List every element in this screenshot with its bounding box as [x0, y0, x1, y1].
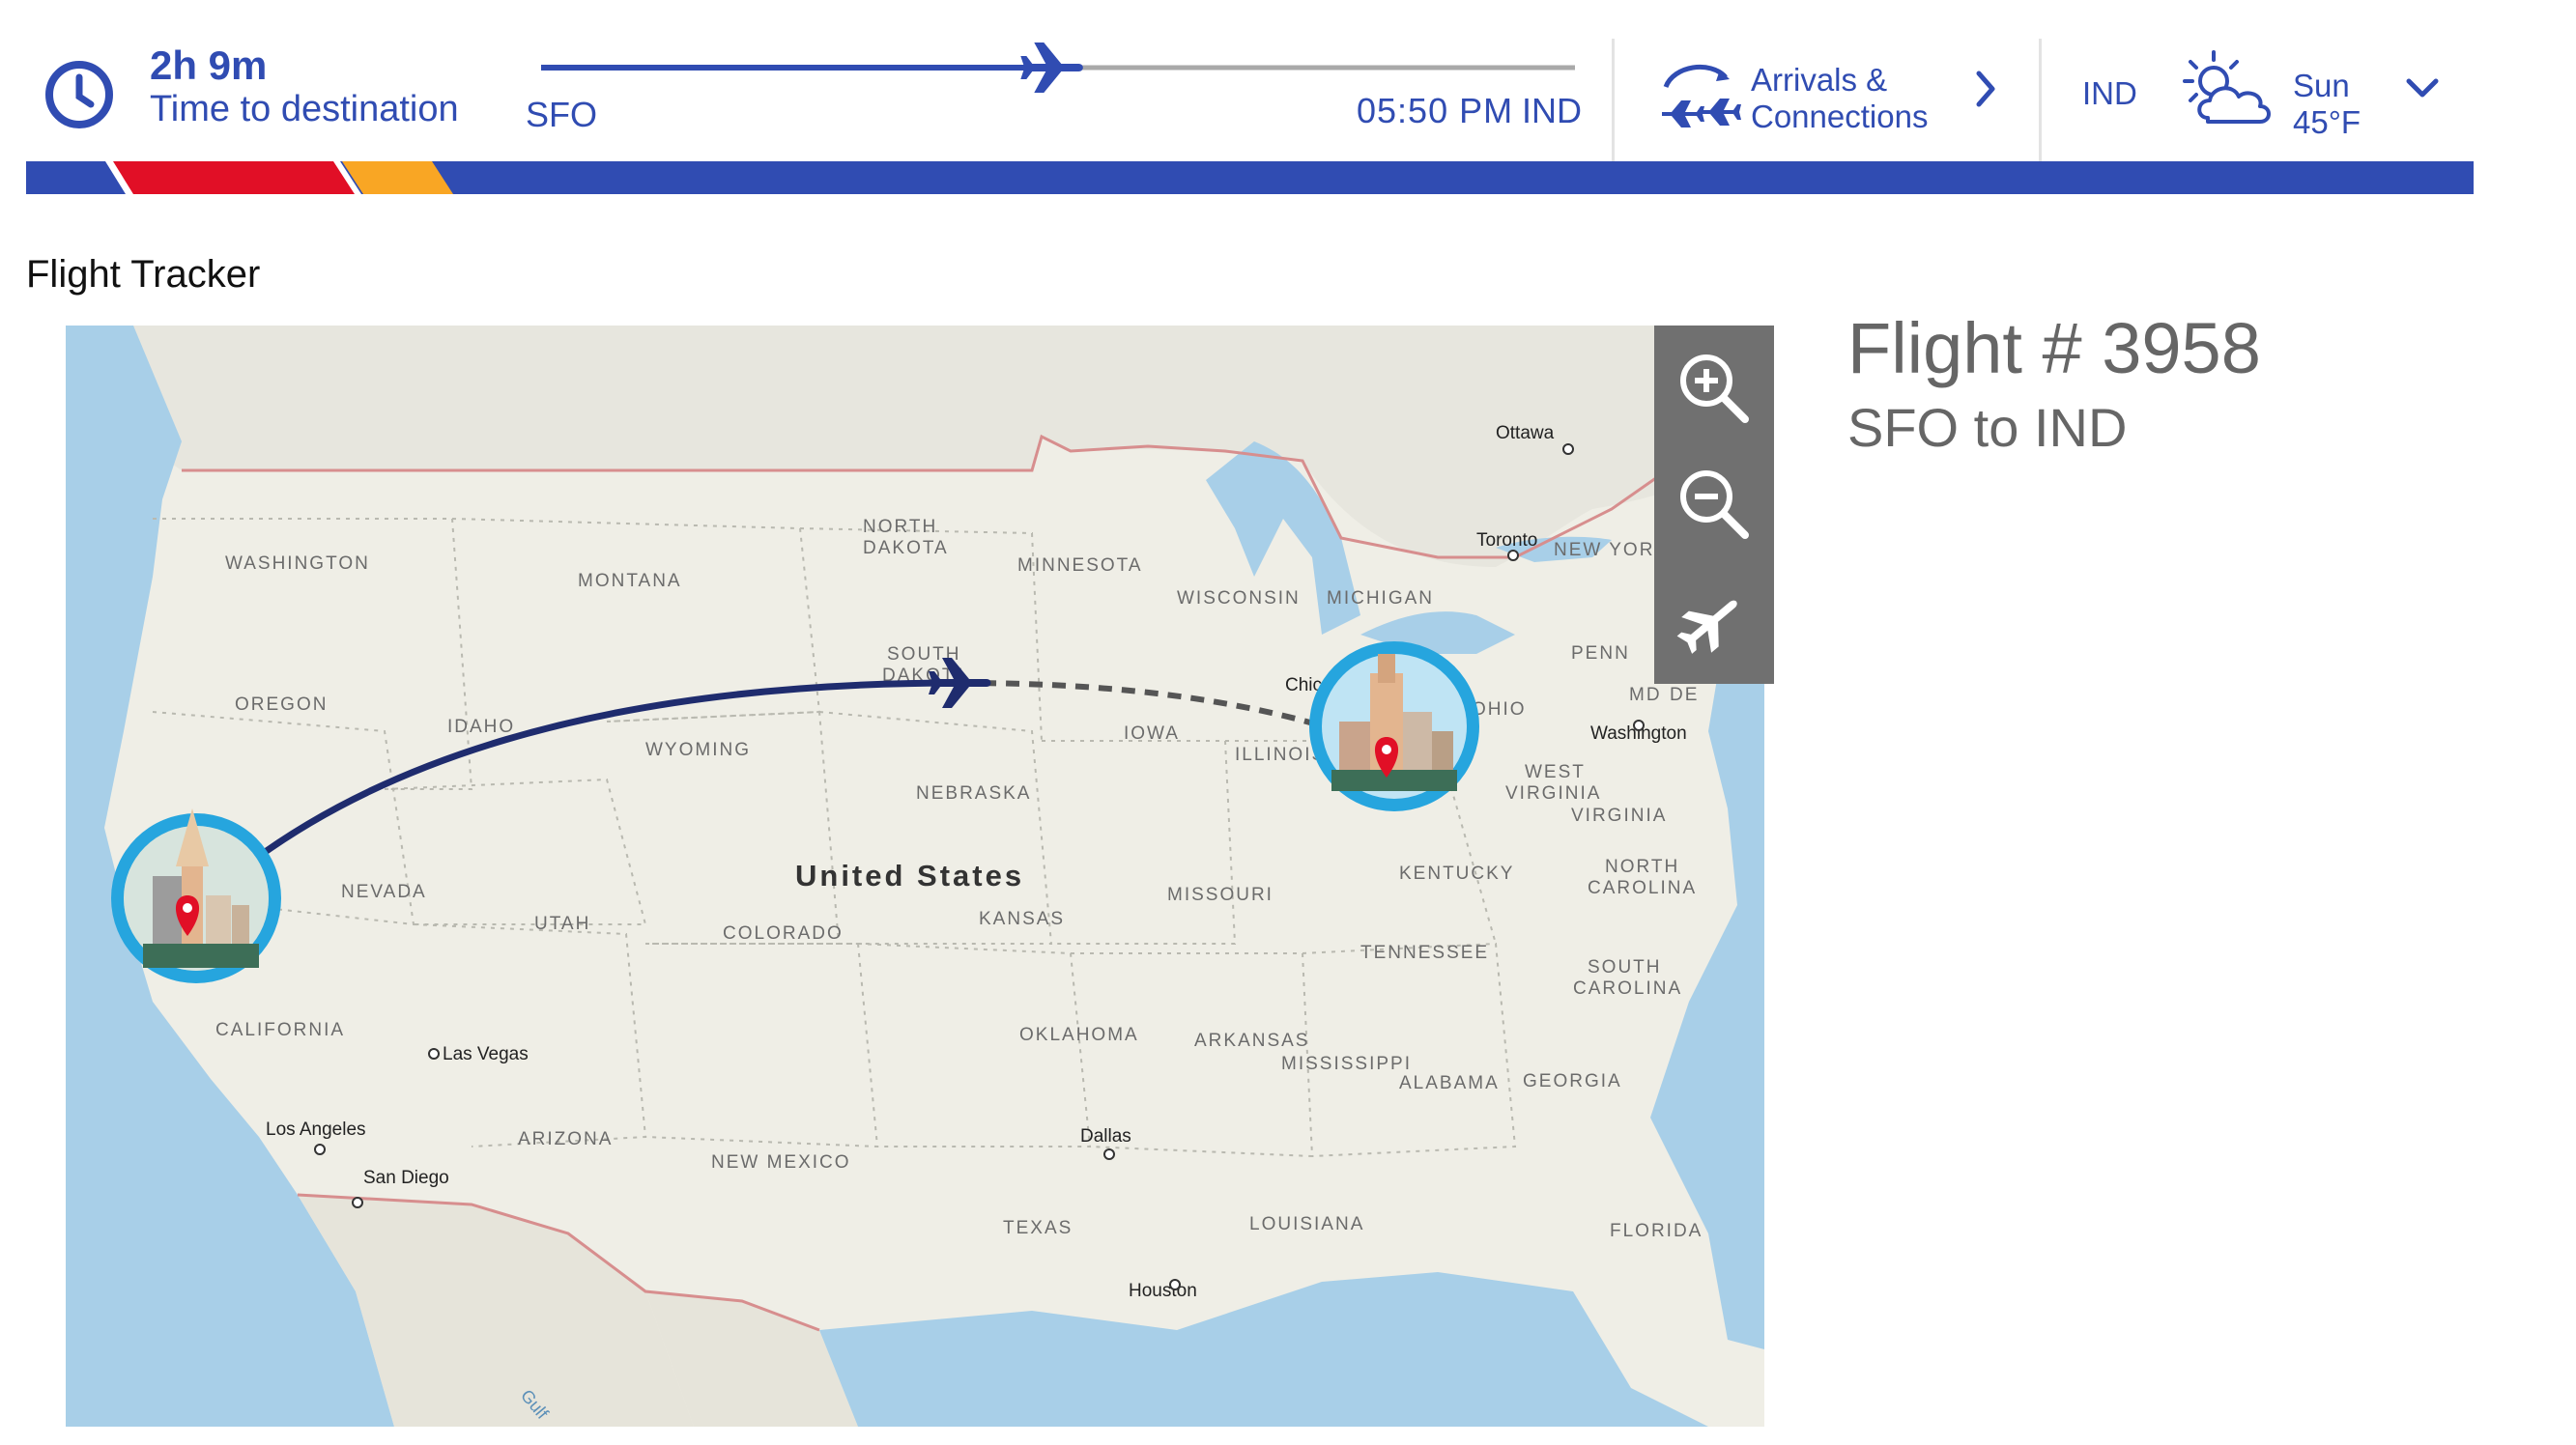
- map-label: TEXAS: [1003, 1218, 1073, 1238]
- map-label: COLORADO: [723, 923, 844, 944]
- map-controls: [1654, 326, 1774, 684]
- map-label: FLORIDA: [1610, 1221, 1703, 1241]
- flight-progress-bar: [541, 42, 1575, 93]
- map-label: NORTH: [1605, 857, 1679, 877]
- map-label: GEORGIA: [1523, 1071, 1622, 1091]
- country-label: United States: [795, 859, 1024, 892]
- origin-code: SFO: [526, 95, 598, 134]
- map-label: MISSOURI: [1167, 885, 1274, 905]
- time-to-destination-value: 2h 9m: [150, 42, 268, 88]
- zoom-in-button[interactable]: [1654, 330, 1774, 446]
- arrivals-label-line2: Connections: [1751, 99, 1929, 134]
- map-label: MD: [1629, 685, 1662, 705]
- map-label: NEW MEXICO: [711, 1152, 851, 1173]
- map-label: VIRGINIA: [1571, 806, 1667, 826]
- map-label: ARKANSAS: [1194, 1031, 1309, 1051]
- destination-code: IND: [1522, 91, 1582, 130]
- arrival-time: 05:50 PM: [1357, 91, 1514, 130]
- map-label: KANSAS: [979, 909, 1065, 929]
- map-canvas: WASHINGTON MONTANA NORTH DAKOTA MINNESOT…: [66, 326, 1764, 1427]
- map-label: IDAHO: [447, 717, 515, 737]
- destination-city-badge[interactable]: [1309, 641, 1479, 811]
- map-label: OREGON: [235, 694, 328, 715]
- arrivals-connections-icon: [1662, 64, 1741, 128]
- time-to-destination-label: Time to destination: [150, 89, 459, 129]
- map-label: UTAH: [534, 914, 590, 934]
- airplane-icon: [1676, 600, 1737, 654]
- map-label: MONTANA: [578, 571, 682, 591]
- city-label: Houston: [1129, 1281, 1197, 1301]
- map-label: VIRGINIA: [1505, 783, 1601, 804]
- arrivals-label-line1: Arrivals &: [1751, 62, 1888, 98]
- map-label: WISCONSIN: [1177, 588, 1301, 609]
- origin-city-badge[interactable]: [111, 808, 281, 983]
- map-label: NORTH: [863, 517, 937, 537]
- city-label: Las Vegas: [443, 1044, 529, 1064]
- map-label: CAROLINA: [1588, 878, 1697, 898]
- flight-map[interactable]: WASHINGTON MONTANA NORTH DAKOTA MINNESOT…: [66, 326, 1764, 1427]
- city-label: San Diego: [363, 1168, 449, 1188]
- map-label: SOUTH: [1588, 957, 1662, 978]
- map-label: NEW YORK: [1554, 540, 1669, 560]
- map-label: PENN: [1571, 643, 1630, 664]
- weather-temperature: 45°F: [2293, 104, 2361, 140]
- zoom-in-icon: [1680, 354, 1749, 423]
- brand-stripe: [26, 161, 2474, 194]
- map-label: MINNESOTA: [1017, 555, 1143, 576]
- map-label: MISSISSIPPI: [1281, 1054, 1412, 1074]
- map-label: CAROLINA: [1573, 978, 1682, 999]
- partly-cloudy-icon: [2183, 50, 2271, 124]
- city-label: Toronto: [1476, 530, 1537, 551]
- map-label: NEVADA: [341, 882, 427, 902]
- clock-icon: [45, 61, 113, 128]
- map-label: TENNESSEE: [1360, 943, 1489, 963]
- map-label: LOUISIANA: [1249, 1214, 1364, 1234]
- chevron-right-icon: [1976, 71, 1995, 107]
- map-label: MICHIGAN: [1327, 588, 1434, 609]
- map-label: OHIO: [1472, 699, 1527, 720]
- weather-day: Sun: [2293, 68, 2350, 103]
- city-label: Dallas: [1080, 1126, 1131, 1147]
- flight-number: Flight # 3958: [1847, 308, 2261, 388]
- city-label: Ottawa: [1496, 423, 1555, 443]
- map-label: IOWA: [1124, 723, 1180, 744]
- map-label: WASHINGTON: [225, 553, 370, 574]
- center-flight-button[interactable]: [1654, 562, 1774, 678]
- map-label: WEST: [1525, 762, 1586, 782]
- chevron-down-icon: [2406, 78, 2439, 98]
- city-label: Los Angeles: [266, 1119, 366, 1140]
- zoom-out-icon: [1680, 470, 1749, 539]
- map-label: ARIZONA: [518, 1129, 613, 1149]
- airplane-icon: [1020, 42, 1083, 93]
- map-label: NEBRASKA: [916, 783, 1031, 804]
- map-label: DE: [1670, 685, 1699, 705]
- map-label: ALABAMA: [1399, 1073, 1500, 1093]
- map-label: OKLAHOMA: [1019, 1025, 1139, 1045]
- map-label: WYOMING: [645, 740, 751, 760]
- weather-airport-code: IND: [2082, 75, 2137, 111]
- section-title: Flight Tracker: [26, 253, 261, 296]
- zoom-out-button[interactable]: [1654, 446, 1774, 562]
- flight-route: SFO to IND: [1847, 397, 2128, 458]
- map-label: CALIFORNIA: [215, 1020, 345, 1040]
- map-label: KENTUCKY: [1399, 864, 1514, 884]
- map-label: DAKOTA: [863, 538, 949, 558]
